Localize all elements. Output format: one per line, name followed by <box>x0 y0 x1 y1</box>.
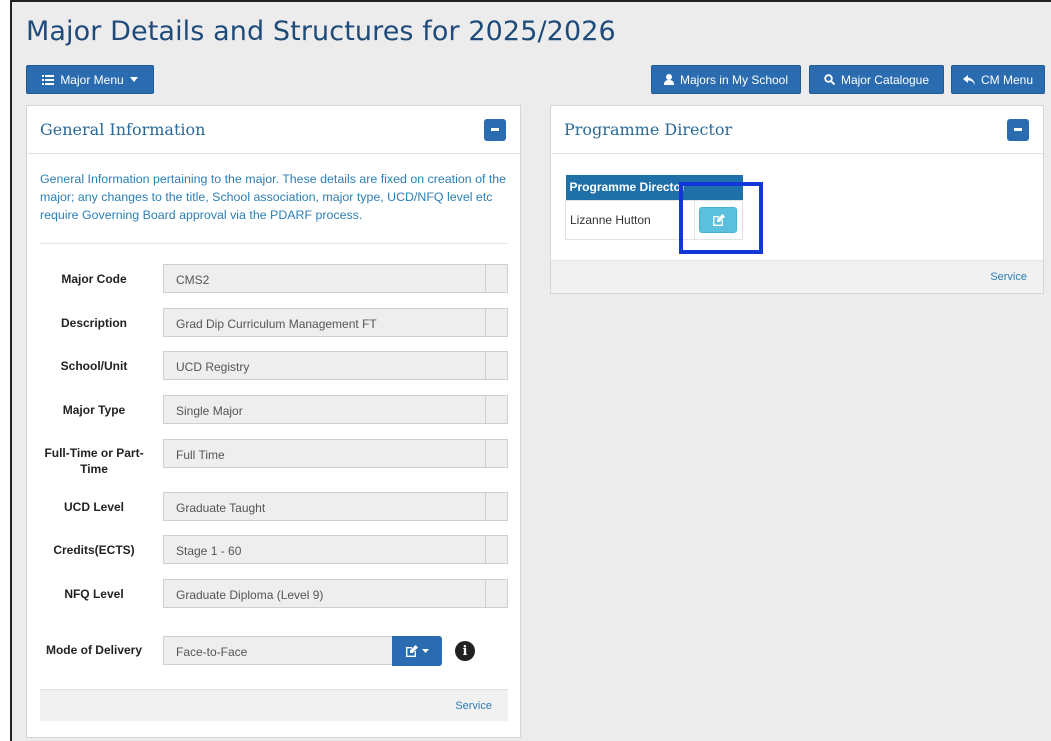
field-value: Single Major <box>163 395 487 424</box>
table-header-row: Programme Director <box>565 175 743 200</box>
director-collapse-button[interactable] <box>1007 118 1029 141</box>
major-menu-button[interactable]: Major Menu <box>26 65 154 94</box>
caret-down-icon <box>129 77 138 82</box>
field-value: Stage 1 - 60 <box>163 535 487 564</box>
major-menu-label: Major Menu <box>60 72 124 87</box>
field-value: Graduate Diploma (Level 9) <box>163 579 487 608</box>
user-icon <box>663 74 674 85</box>
director-service-link[interactable]: Service <box>990 271 1027 283</box>
field-value: Full Time <box>163 439 487 468</box>
cm-menu-button[interactable]: CM Menu <box>951 65 1045 94</box>
edit-icon <box>406 645 418 657</box>
field-label: NFQ Level <box>64 587 124 601</box>
reply-icon <box>962 74 975 85</box>
field-label: Mode of Delivery <box>45 643 143 657</box>
programme-director-header: Programme Director <box>551 106 1043 154</box>
minus-icon <box>1014 128 1022 131</box>
programme-director-title: Programme Director <box>564 120 733 139</box>
search-icon <box>824 74 835 85</box>
field-label: Description <box>60 316 127 330</box>
field-addon <box>485 535 508 564</box>
director-action-cell <box>694 199 743 240</box>
edit-director-button[interactable] <box>699 206 737 233</box>
field-label: Major Type <box>62 403 126 417</box>
table-header-actions <box>694 175 743 200</box>
field-label: School/Unit <box>60 359 128 373</box>
field-addon <box>485 492 508 521</box>
edit-mode-dropdown-button[interactable] <box>392 636 442 666</box>
general-intro-text: General Information pertaining to the ma… <box>40 172 507 222</box>
field-addon <box>485 308 508 337</box>
field-value: Graduate Taught <box>163 492 487 521</box>
page-title: Major Details and Structures for 2025/20… <box>26 16 616 47</box>
major-catalogue-label: Major Catalogue <box>840 72 930 87</box>
field-value: Grad Dip Curriculum Management FT <box>163 308 487 337</box>
divider <box>40 243 508 244</box>
general-information-header: General Information <box>27 106 520 154</box>
general-collapse-button[interactable] <box>484 118 506 141</box>
majors-in-my-school-label: Majors in My School <box>679 72 789 87</box>
field-label: Full-Time or Part-Time <box>44 446 144 476</box>
info-circle-icon[interactable]: i <box>455 641 475 661</box>
field-value: CMS2 <box>163 264 487 293</box>
table-header-director: Programme Director <box>565 175 695 200</box>
field-addon <box>485 351 508 380</box>
general-information-title: General Information <box>40 120 206 139</box>
general-footer: Service <box>40 689 508 721</box>
field-addon <box>485 395 508 424</box>
field-label: Major Code <box>61 272 127 286</box>
programme-director-panel: Programme Director Programme Director Li… <box>550 105 1044 294</box>
minus-icon <box>491 128 499 131</box>
mode-of-delivery-value: Face-to-Face <box>163 636 393 665</box>
general-service-link[interactable]: Service <box>455 700 492 712</box>
field-label: Credits(ECTS) <box>53 543 135 557</box>
list-icon <box>42 74 55 85</box>
page-frame: Major Details and Structures for 2025/20… <box>10 0 1051 741</box>
edit-icon <box>712 213 725 226</box>
field-value: UCD Registry <box>163 351 487 380</box>
cm-menu-label: CM Menu <box>980 72 1033 87</box>
major-catalogue-button[interactable]: Major Catalogue <box>809 65 944 94</box>
caret-down-icon <box>422 649 429 653</box>
field-addon <box>485 439 508 468</box>
field-addon <box>485 579 508 608</box>
general-information-panel: General Information General Information … <box>26 105 521 738</box>
majors-in-my-school-button[interactable]: Majors in My School <box>651 65 801 94</box>
field-addon <box>485 264 508 293</box>
director-name-cell: Lizanne Hutton <box>565 199 695 240</box>
field-label: UCD Level <box>63 500 125 514</box>
director-footer: Service <box>551 260 1043 293</box>
programme-director-table: Programme Director Lizanne Hutton <box>565 175 743 240</box>
table-row: Lizanne Hutton <box>565 199 743 240</box>
